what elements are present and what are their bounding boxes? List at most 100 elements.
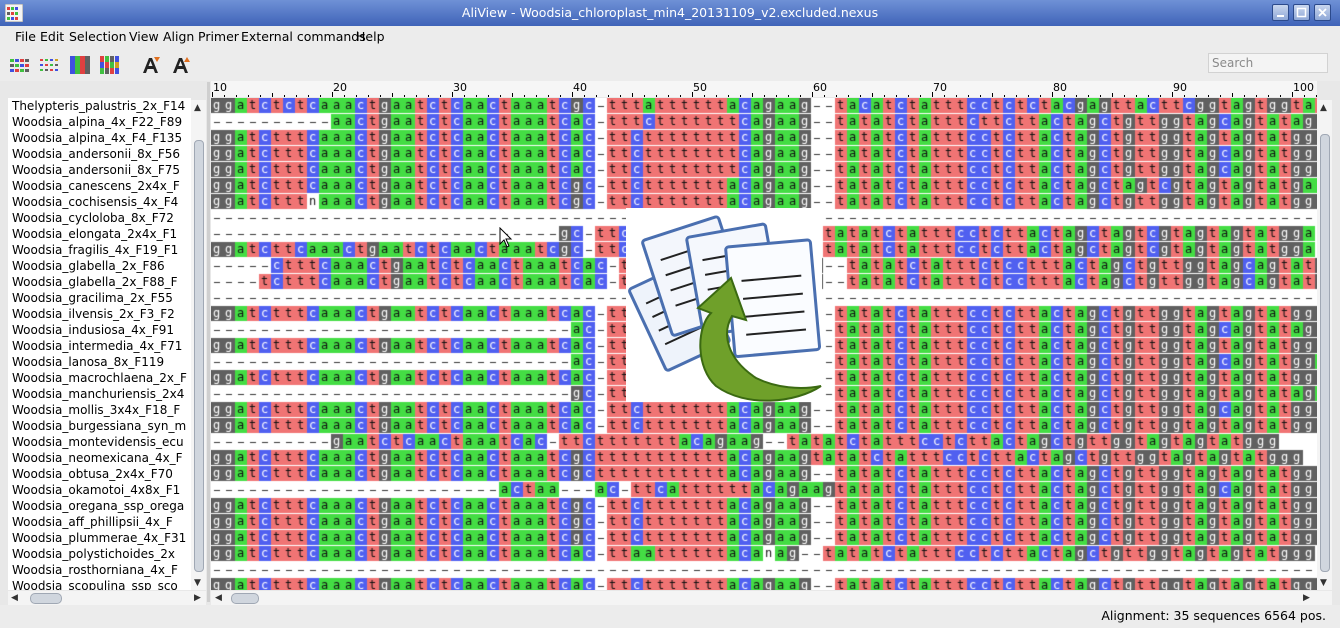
sequence-name[interactable]: Woodsia_alpina_4x_F22_F89: [12, 114, 182, 130]
ruler-tick-mark: [1280, 95, 1281, 97]
sequence-name[interactable]: Woodsia_indusiosa_4x_F91: [12, 322, 174, 338]
ruler-tick-mark: [1268, 95, 1269, 97]
sequence-name[interactable]: Woodsia_elongata_2x4x_F1: [12, 226, 177, 242]
menu-view[interactable]: View: [129, 29, 159, 45]
sequence-names-list[interactable]: Thelypteris_palustris_2x_F14 Woodsia_alpi…: [8, 98, 191, 590]
scroll-up-icon[interactable]: ▲: [1320, 103, 1327, 113]
ruler-tick-mark: [632, 93, 633, 97]
ruler-tick-mark: [296, 95, 297, 97]
menu-external-commands[interactable]: External commands: [241, 29, 366, 45]
search-input[interactable]: [1208, 53, 1328, 73]
alignment-vertical-scrollbar[interactable]: ▲ ▼: [1317, 100, 1332, 590]
sequence-name[interactable]: Woodsia_montevidensis_ecu: [12, 434, 184, 450]
ruler-tick-mark: [1244, 95, 1245, 97]
scroll-down-icon[interactable]: ▼: [1320, 578, 1327, 588]
color-bars-icon[interactable]: [99, 54, 121, 76]
sequence-name[interactable]: Woodsia_andersonii_8x_F56: [12, 146, 180, 162]
sequence-name[interactable]: Woodsia_lanosa_8x_F119: [12, 354, 164, 370]
sequence-name[interactable]: Woodsia_rosthorniana_4x_F: [12, 562, 178, 578]
font-decrease-icon[interactable]: [170, 54, 192, 76]
sequence-name[interactable]: Woodsia_andersonii_8x_F75: [12, 162, 180, 178]
sequence-name[interactable]: Woodsia_aff_phillipsii_4x_F: [12, 514, 173, 530]
scroll-left-icon[interactable]: ◀: [11, 593, 18, 603]
sequence-name[interactable]: Woodsia_cochisensis_4x_F4: [12, 194, 178, 210]
ruler-tick-mark: [1052, 92, 1053, 97]
sequence-name[interactable]: Woodsia_intermedia_4x_F71: [12, 338, 182, 354]
sequence-name[interactable]: Woodsia_obtusa_2x4x_F70: [12, 466, 173, 482]
names-scroll-thumb[interactable]: [194, 140, 204, 572]
sequence-name[interactable]: Woodsia_oregana_ssp_orega: [12, 498, 184, 514]
ruler-tick-mark: [608, 95, 609, 97]
scroll-left-icon[interactable]: ◀: [215, 593, 222, 603]
ruler-tick-mark: [476, 95, 477, 97]
sequence-name[interactable]: Woodsia_glabella_2x_F88_F: [12, 274, 178, 290]
ruler-tick-mark: [920, 95, 921, 97]
ruler-tick-mark: [584, 95, 585, 97]
names-vertical-scrollbar[interactable]: ▲ ▼: [191, 100, 206, 590]
ruler-tick-mark: [596, 95, 597, 97]
alignment-horizontal-scrollbar[interactable]: ◀ ▶: [211, 591, 1332, 605]
ruler-tick-mark: [680, 95, 681, 97]
menu-help[interactable]: Help: [356, 29, 385, 45]
sequence-name[interactable]: Woodsia_cycloloba_8x_F72: [12, 210, 174, 226]
ruler-tick-mark: [260, 95, 261, 97]
ruler-tick-label: 30: [453, 81, 467, 94]
sequence-name[interactable]: Woodsia_gracilima_2x_F55: [12, 290, 173, 306]
menu-align[interactable]: Align: [163, 29, 194, 45]
sequence-name[interactable]: Woodsia_canescens_2x4x_F: [12, 178, 180, 194]
sequence-name[interactable]: Woodsia_plummerae_4x_F31: [12, 530, 186, 546]
alignment-scroll-thumb[interactable]: [1320, 134, 1330, 572]
ruler-tick-mark: [656, 95, 657, 97]
names-horizontal-scrollbar[interactable]: ◀ ▶: [8, 591, 206, 605]
minimize-button[interactable]: [1272, 4, 1289, 21]
sequence-name[interactable]: Woodsia_manchuriensis_2x4: [12, 386, 184, 402]
ruler-tick-mark: [248, 95, 249, 97]
translate-view-icon[interactable]: [39, 54, 61, 76]
ruler-tick-mark: [932, 92, 933, 97]
ruler-tick-mark: [668, 95, 669, 97]
ruler-tick-mark: [1088, 95, 1089, 97]
menu-primer[interactable]: Primer: [198, 29, 239, 45]
sequence-name[interactable]: Thelypteris_palustris_2x_F14: [12, 98, 185, 114]
sequence-name[interactable]: Woodsia_okamotoi_4x8x_F1: [12, 482, 180, 498]
minimize-icon: [1277, 15, 1284, 17]
ruler-tick-label: 60: [813, 81, 827, 94]
sequence-name[interactable]: Woodsia_fragilis_4x_F19_F1: [12, 242, 178, 258]
sequence-name[interactable]: Woodsia_ilvensis_2x_F3_F2: [12, 306, 175, 322]
maximize-icon: [1296, 7, 1307, 18]
scroll-right-icon[interactable]: ▶: [1303, 593, 1310, 603]
names-hscroll-thumb[interactable]: [30, 593, 62, 604]
ruler-tick-mark: [224, 95, 225, 97]
sequence-name[interactable]: Woodsia_scopulina_ssp_sco: [12, 578, 178, 590]
scroll-down-icon[interactable]: ▼: [194, 578, 201, 588]
sequence-name[interactable]: Woodsia_neomexicana_4x_F: [12, 450, 183, 466]
ruler-tick-mark: [908, 95, 909, 97]
sequence-name[interactable]: Woodsia_glabella_2x_F86: [12, 258, 165, 274]
ruler-tick-mark: [332, 92, 333, 97]
close-button[interactable]: [1314, 4, 1331, 21]
nucleotide-color-icon[interactable]: [69, 54, 91, 76]
title-bar: AliView - Woodsia_chloroplast_min4_20131…: [0, 0, 1340, 26]
consensus-view-icon[interactable]: [9, 54, 31, 76]
menu-edit[interactable]: Edit: [40, 29, 64, 45]
ruler-tick-mark: [1148, 95, 1149, 97]
menu-file[interactable]: File: [15, 29, 36, 45]
ruler-tick-mark: [284, 95, 285, 97]
alignment-hscroll-thumb[interactable]: [231, 593, 259, 604]
scroll-right-icon[interactable]: ▶: [194, 593, 201, 603]
sequence-name[interactable]: Woodsia_alpina_4x_F4_F135: [12, 130, 182, 146]
ruler-tick-mark: [620, 95, 621, 97]
maximize-button[interactable]: [1293, 4, 1310, 21]
ruler-tick-mark: [1160, 95, 1161, 97]
ruler-tick-mark: [1208, 95, 1209, 97]
sequence-name[interactable]: Woodsia_burgessiana_syn_m: [12, 418, 186, 434]
sequence-name[interactable]: Woodsia_polystichoides_2x: [12, 546, 175, 562]
menu-selection[interactable]: Selection: [69, 29, 127, 45]
sequence-name[interactable]: Woodsia_macrochlaena_2x_F: [12, 370, 187, 386]
menu-bar: File Edit Selection View Align Primer Ex…: [0, 26, 1340, 48]
font-increase-icon[interactable]: [140, 54, 162, 76]
panel-splitter[interactable]: [207, 82, 210, 602]
ruler-tick-mark: [236, 95, 237, 97]
scroll-up-icon[interactable]: ▲: [194, 103, 201, 113]
sequence-name[interactable]: Woodsia_mollis_3x4x_F18_F: [12, 402, 180, 418]
